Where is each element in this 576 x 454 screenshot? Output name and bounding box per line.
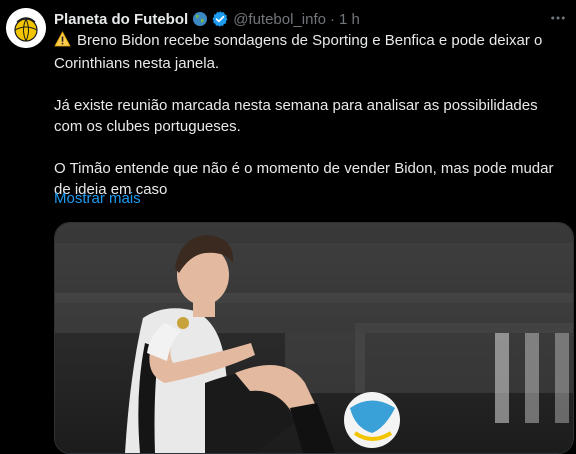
verified-badge-icon[interactable] [211, 10, 229, 28]
post-time[interactable]: 1 h [339, 11, 360, 28]
more-options-icon[interactable] [548, 8, 568, 28]
post-media-image[interactable] [54, 222, 574, 454]
planeta-do-futebol-logo [6, 8, 46, 48]
separator-dot: · [329, 10, 335, 28]
warning-emoji-icon [54, 31, 71, 53]
globe-icon [192, 11, 208, 27]
post-header: Planeta do Futebol @futebol_info · 1 h [54, 8, 576, 30]
show-more-link[interactable]: Mostrar mais [54, 190, 141, 207]
avatar[interactable] [6, 8, 46, 48]
post-text: Breno Bidon recebe sondagens de Sporting… [54, 30, 569, 200]
post-paragraph: Breno Bidon recebe sondagens de Sporting… [54, 31, 543, 72]
account-handle[interactable]: @futebol_info [233, 11, 326, 28]
football-player-photo [55, 223, 573, 453]
account-name[interactable]: Planeta do Futebol [54, 11, 188, 28]
post-paragraph: Já existe reunião marcada nesta semana p… [54, 97, 538, 135]
